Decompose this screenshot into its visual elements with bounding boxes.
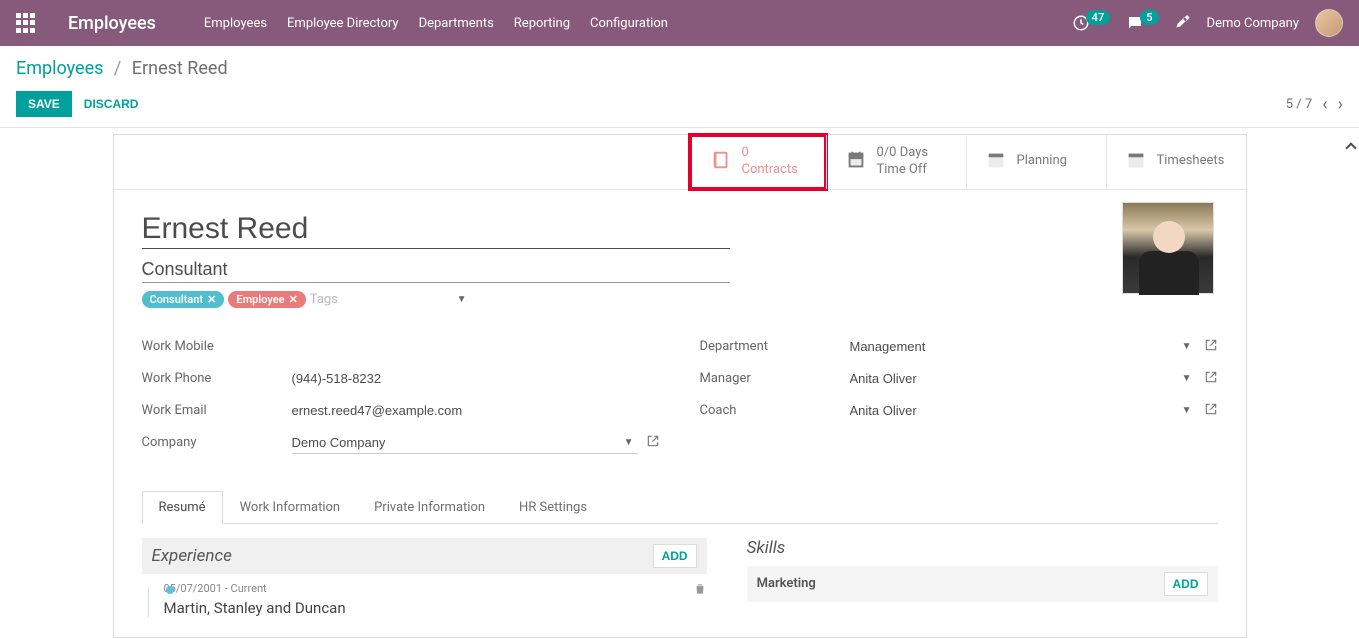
fields-right: Department ▼ Manager ▼ — [700, 335, 1218, 463]
apps-icon[interactable] — [16, 13, 36, 33]
work-mobile-input[interactable] — [292, 336, 660, 358]
external-link-icon[interactable] — [1204, 370, 1218, 388]
experience-header: Experience ADD — [142, 538, 707, 574]
tabs: Resumé Work Information Private Informat… — [142, 491, 1218, 524]
experience-timeline: 05/07/2001 - Current Martin, Stanley and… — [142, 582, 707, 617]
tab-content: Experience ADD 05/07/2001 - Current Mart… — [142, 538, 1218, 617]
fields-left: Work Mobile Work Phone Work Email Compan… — [142, 335, 660, 463]
top-navbar: Employees Employees Employee Directory D… — [0, 0, 1359, 46]
tab-resume[interactable]: Resumé — [142, 491, 223, 524]
tag-remove-icon[interactable]: ✕ — [289, 293, 298, 306]
chevron-down-icon[interactable]: ▼ — [457, 294, 467, 305]
work-phone-label: Work Phone — [142, 371, 292, 386]
pager-next-icon[interactable]: › — [1338, 94, 1343, 115]
skills-group-header: Marketing ADD — [747, 566, 1218, 602]
department-label: Department — [700, 339, 850, 354]
breadcrumb-separator: / — [114, 58, 121, 79]
nav-link-departments[interactable]: Departments — [419, 16, 494, 31]
activity-indicator[interactable]: 47 — [1072, 14, 1111, 32]
pager-text: 5 / 7 — [1286, 97, 1312, 112]
skills-group-label: Marketing — [757, 576, 816, 591]
stat-timesheets-label: Timesheets — [1157, 153, 1225, 170]
manager-select[interactable] — [850, 368, 1196, 390]
experience-title: Experience — [152, 546, 232, 566]
tag-label: Employee — [236, 293, 284, 306]
external-link-icon[interactable] — [1204, 338, 1218, 356]
tag-label: Consultant — [150, 293, 204, 306]
tag-consultant: Consultant ✕ — [142, 291, 225, 308]
tab-hr-settings[interactable]: HR Settings — [502, 491, 604, 523]
save-button[interactable]: SAVE — [16, 91, 72, 117]
chat-indicator[interactable]: 5 — [1126, 14, 1158, 32]
tags-placeholder: Tags — [310, 292, 338, 307]
action-row: SAVE DISCARD 5 / 7 ‹ › — [16, 91, 1343, 127]
company-name[interactable]: Demo Company — [1207, 16, 1299, 31]
chat-badge: 5 — [1140, 10, 1158, 25]
stat-buttons: 0 Contracts 0/0 Days Time Off Planning — [114, 135, 1246, 190]
app-title: Employees — [68, 13, 156, 34]
coach-label: Coach — [700, 403, 850, 418]
work-email-input[interactable] — [292, 400, 660, 422]
timeline-dates: 05/07/2001 - Current — [164, 582, 693, 595]
scroll-up-icon[interactable] — [1345, 142, 1356, 153]
stat-planning-label: Planning — [1017, 153, 1067, 170]
form-body: Consultant ✕ Employee ✕ Tags ▼ Work Mobi… — [114, 190, 1246, 637]
stat-planning[interactable]: Planning — [966, 135, 1106, 189]
stat-timeoff[interactable]: 0/0 Days Time Off — [826, 135, 966, 189]
tab-work-info[interactable]: Work Information — [223, 491, 358, 523]
breadcrumb: Employees / Ernest Reed — [16, 58, 1343, 79]
manager-label: Manager — [700, 371, 850, 386]
work-phone-input[interactable] — [292, 368, 660, 390]
nav-links: Employees Employee Directory Departments… — [204, 16, 668, 31]
employee-photo[interactable] — [1122, 202, 1214, 294]
employee-title-input[interactable] — [142, 257, 730, 283]
activity-badge: 47 — [1086, 10, 1111, 25]
calendar-icon — [845, 149, 867, 175]
external-link-icon[interactable] — [646, 434, 660, 452]
department-select[interactable] — [850, 336, 1196, 358]
calendar-icon — [1125, 149, 1147, 175]
add-skill-button[interactable]: ADD — [1164, 572, 1208, 596]
add-experience-button[interactable]: ADD — [653, 544, 697, 568]
timeline-company: Martin, Stanley and Duncan — [164, 599, 693, 617]
nav-link-reporting[interactable]: Reporting — [514, 16, 570, 31]
nav-link-directory[interactable]: Employee Directory — [287, 16, 399, 31]
tag-employee: Employee ✕ — [228, 291, 305, 308]
stat-timesheets[interactable]: Timesheets — [1106, 135, 1246, 189]
timeline-dot-icon — [166, 586, 174, 594]
discard-button[interactable]: DISCARD — [84, 97, 139, 111]
subheader: Employees / Ernest Reed SAVE DISCARD 5 /… — [0, 46, 1359, 127]
breadcrumb-root[interactable]: Employees — [16, 58, 103, 79]
form-sheet: 0 Contracts 0/0 Days Time Off Planning — [113, 134, 1247, 638]
tag-remove-icon[interactable]: ✕ — [207, 293, 216, 306]
calendar-icon — [985, 149, 1007, 175]
breadcrumb-current: Ernest Reed — [132, 58, 228, 79]
nav-link-employees[interactable]: Employees — [204, 16, 267, 31]
timeline-item[interactable]: 05/07/2001 - Current Martin, Stanley and… — [164, 582, 707, 617]
company-select[interactable] — [292, 432, 638, 454]
pager-prev-icon[interactable]: ‹ — [1322, 94, 1327, 115]
trash-icon[interactable] — [693, 582, 707, 600]
work-mobile-label: Work Mobile — [142, 339, 292, 354]
stat-contracts-value: 0 — [742, 145, 798, 162]
stat-contracts[interactable]: 0 Contracts — [688, 133, 828, 191]
employee-name-input[interactable] — [142, 210, 730, 249]
tools-icon[interactable] — [1175, 13, 1191, 33]
skills-title: Skills — [747, 538, 1218, 558]
user-avatar[interactable] — [1315, 9, 1343, 37]
book-icon — [710, 149, 732, 175]
external-link-icon[interactable] — [1204, 402, 1218, 420]
coach-select[interactable] — [850, 400, 1196, 422]
tab-private-info[interactable]: Private Information — [357, 491, 502, 523]
company-label: Company — [142, 435, 292, 450]
stat-timeoff-label: Time Off — [877, 162, 929, 179]
tags-field[interactable]: Consultant ✕ Employee ✕ Tags ▼ — [142, 291, 467, 311]
nav-right: 47 5 Demo Company — [1072, 9, 1343, 37]
stat-contracts-label: Contracts — [742, 162, 798, 179]
pager: 5 / 7 ‹ › — [1286, 94, 1343, 115]
work-email-label: Work Email — [142, 403, 292, 418]
nav-link-configuration[interactable]: Configuration — [590, 16, 668, 31]
stat-timeoff-value: 0/0 Days — [877, 145, 929, 162]
